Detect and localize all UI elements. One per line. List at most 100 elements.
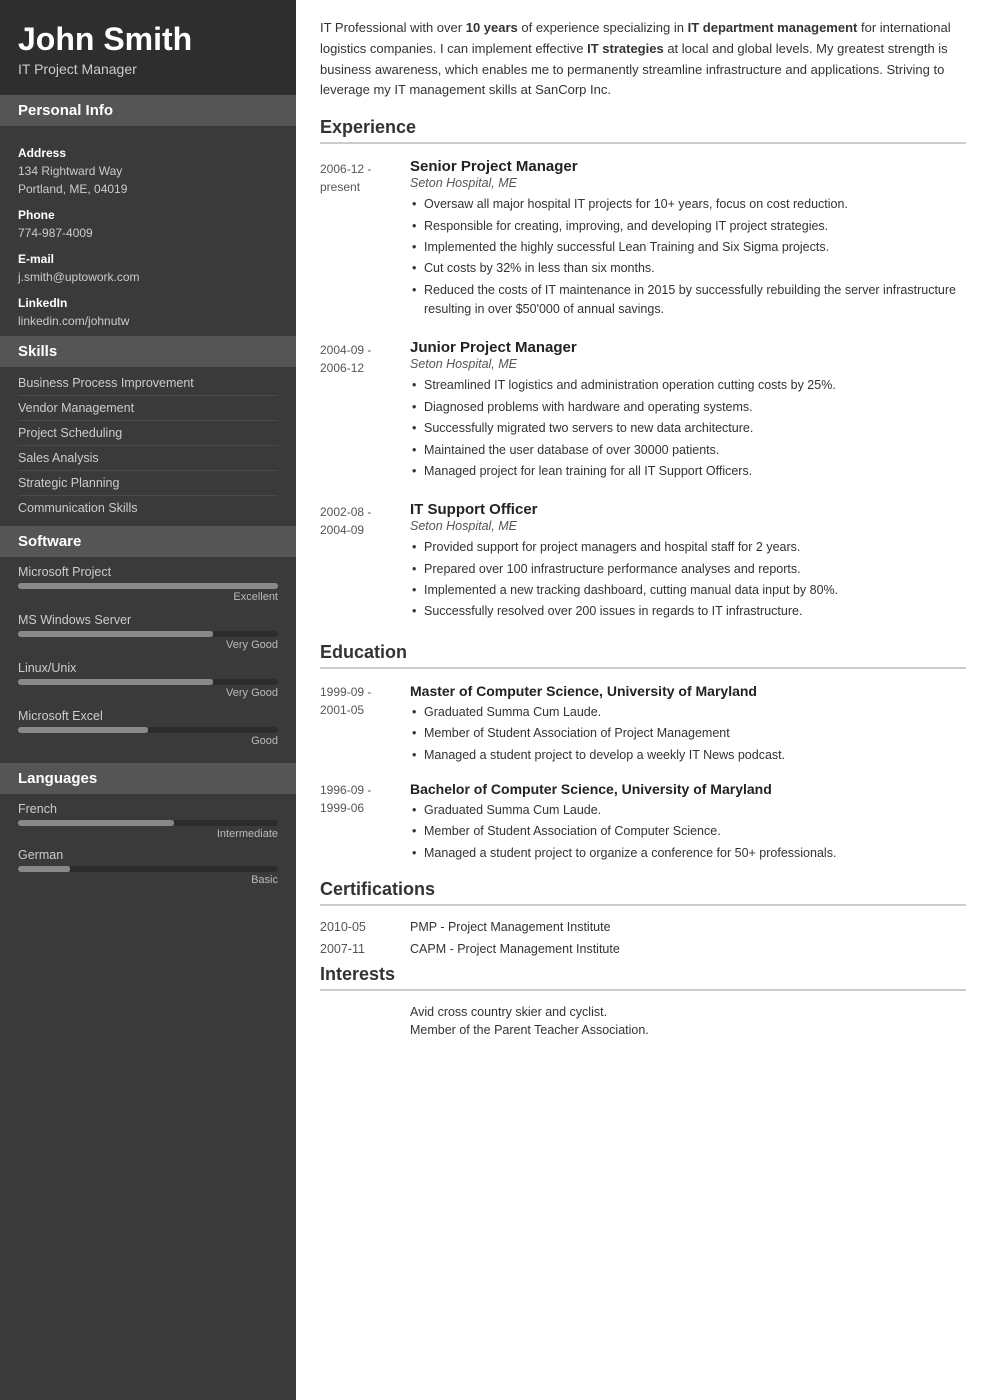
education-item: 1996-09 -1999-06 Bachelor of Computer Sc… [320,781,966,865]
software-name: MS Windows Server [18,613,278,627]
software-name: Linux/Unix [18,661,278,675]
languages-section-title: Languages [0,763,296,794]
sidebar-header: John Smith IT Project Manager [0,0,296,95]
cert-name: CAPM - Project Management Institute [410,942,620,956]
cert-item: 2007-11 CAPM - Project Management Instit… [320,942,966,956]
exp-bullets: Provided support for project managers an… [410,538,966,622]
bar-label: Intermediate [18,828,278,840]
cert-date: 2007-11 [320,942,410,956]
language-item: German Basic [18,848,278,886]
exp-bullet: Implemented the highly successful Lean T… [410,238,966,257]
skill-item: Vendor Management [18,396,278,421]
edu-bullets: Graduated Summa Cum Laude. Member of Stu… [410,801,966,863]
edu-bullet: Graduated Summa Cum Laude. [410,703,966,722]
bar-label: Excellent [18,591,278,603]
lang-bar [18,820,278,826]
certifications-section-title: Certifications [320,879,966,906]
exp-detail: Senior Project Manager Seton Hospital, M… [410,158,966,321]
software-content: Microsoft Project Excellent MS Windows S… [0,557,296,763]
skill-bar [18,679,278,685]
edu-date: 1996-09 -1999-06 [320,781,410,865]
skill-bar [18,583,278,589]
education-section-title: Education [320,642,966,669]
skill-item: Communication Skills [18,496,278,520]
exp-bullet: Streamlined IT logistics and administrat… [410,376,966,395]
interests-list: Avid cross country skier and cyclist. Me… [320,1005,966,1037]
exp-bullets: Oversaw all major hospital IT projects f… [410,195,966,319]
personal-info-content: Address 134 Rightward WayPortland, ME, 0… [0,126,296,336]
edu-bullet: Managed a student project to organize a … [410,844,966,863]
phone-field: Phone 774-987-4009 [18,208,278,242]
edu-bullets: Graduated Summa Cum Laude. Member of Stu… [410,703,966,765]
edu-bullet: Graduated Summa Cum Laude. [410,801,966,820]
skills-content: Business Process Improvement Vendor Mana… [0,367,296,526]
edu-bullet: Member of Student Association of Compute… [410,822,966,841]
exp-bullet: Prepared over 100 infrastructure perform… [410,560,966,579]
education-item: 1999-09 -2001-05 Master of Computer Scie… [320,683,966,767]
exp-bullets: Streamlined IT logistics and administrat… [410,376,966,481]
cert-item: 2010-05 PMP - Project Management Institu… [320,920,966,934]
exp-bullet: Implemented a new tracking dashboard, cu… [410,581,966,600]
email-label: E-mail [18,252,278,266]
exp-bullet: Reduced the costs of IT maintenance in 2… [410,281,966,320]
skill-bar [18,631,278,637]
exp-bullet: Successfully resolved over 200 issues in… [410,602,966,621]
cert-date: 2010-05 [320,920,410,934]
exp-bullet: Successfully migrated two servers to new… [410,419,966,438]
bar-label: Very Good [18,639,278,651]
main-content: IT Professional with over 10 years of ex… [296,0,990,1400]
bar-label: Basic [18,874,278,886]
software-name: Microsoft Excel [18,709,278,723]
edu-bullet: Managed a student project to develop a w… [410,746,966,765]
exp-date: 2004-09 -2006-12 [320,339,410,483]
bar-dark [213,631,278,637]
exp-job-title: IT Support Officer [410,501,966,518]
exp-date: 2006-12 -present [320,158,410,321]
phone-label: Phone [18,208,278,222]
exp-detail: Junior Project Manager Seton Hospital, M… [410,339,966,483]
skill-item: Strategic Planning [18,471,278,496]
bar-fill [18,583,278,589]
exp-job-title: Junior Project Manager [410,339,966,356]
exp-bullet: Diagnosed problems with hardware and ope… [410,398,966,417]
exp-job-title: Senior Project Manager [410,158,966,175]
bar-fill [18,866,70,872]
email-value: j.smith@uptowork.com [18,268,278,286]
exp-bullet: Maintained the user database of over 300… [410,441,966,460]
software-item: MS Windows Server Very Good [18,613,278,651]
exp-bullet: Provided support for project managers an… [410,538,966,557]
bar-fill [18,679,213,685]
skill-item: Sales Analysis [18,446,278,471]
software-item: Microsoft Project Excellent [18,565,278,603]
address-label: Address [18,146,278,160]
exp-bullet: Cut costs by 32% in less than six months… [410,259,966,278]
bar-dark [174,820,278,826]
software-section-title: Software [0,526,296,557]
bar-dark [213,679,278,685]
bar-dark [70,866,278,872]
skill-item: Project Scheduling [18,421,278,446]
experience-item: 2006-12 -present Senior Project Manager … [320,158,966,321]
edu-detail: Bachelor of Computer Science, University… [410,781,966,865]
edu-date: 1999-09 -2001-05 [320,683,410,767]
lang-name: French [18,802,278,816]
candidate-title: IT Project Manager [18,61,278,77]
exp-bullet: Managed project for lean training for al… [410,462,966,481]
address-field: Address 134 Rightward WayPortland, ME, 0… [18,146,278,198]
bar-label: Good [18,735,278,747]
bar-fill [18,631,213,637]
cert-name: PMP - Project Management Institute [410,920,611,934]
interests-section-title: Interests [320,964,966,991]
exp-bullet: Oversaw all major hospital IT projects f… [410,195,966,214]
phone-value: 774-987-4009 [18,224,278,242]
skill-bar [18,727,278,733]
interest-item: Member of the Parent Teacher Association… [410,1023,966,1037]
edu-degree: Bachelor of Computer Science, University… [410,781,966,797]
languages-content: French Intermediate German Basic [0,794,296,900]
skills-section-title: Skills [0,336,296,367]
edu-bullet: Member of Student Association of Project… [410,724,966,743]
language-item: French Intermediate [18,802,278,840]
exp-detail: IT Support Officer Seton Hospital, ME Pr… [410,501,966,624]
software-item: Microsoft Excel Good [18,709,278,747]
skill-item: Business Process Improvement [18,371,278,396]
